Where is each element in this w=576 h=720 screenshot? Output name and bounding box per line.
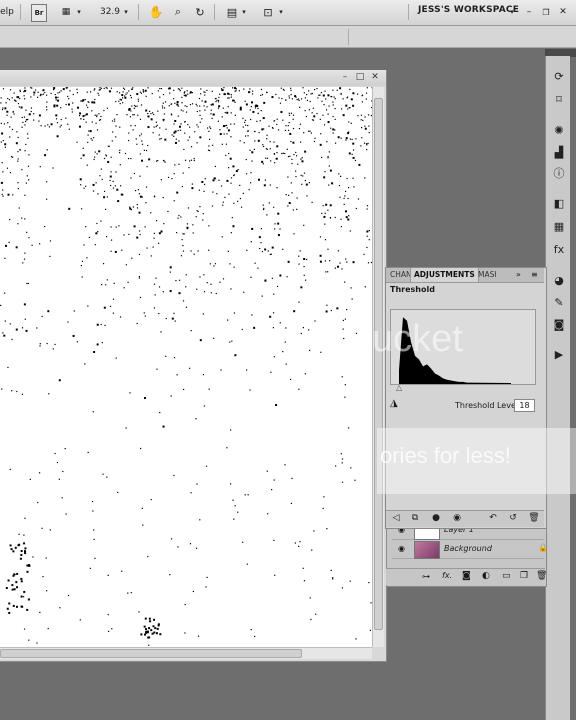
- brushes-icon[interactable]: ✎: [551, 294, 567, 310]
- threshold-slider-handle[interactable]: △: [396, 383, 402, 392]
- reset-icon[interactable]: ↺: [507, 513, 519, 524]
- threshold-level-input[interactable]: 18: [514, 399, 535, 412]
- hand-tool-icon[interactable]: ✋: [148, 4, 164, 20]
- adjustment-layer-icon[interactable]: ◐: [482, 571, 490, 581]
- workspace-switcher[interactable]: JESS'S WORKSPACE: [418, 5, 519, 15]
- horizontal-scroll-thumb[interactable]: [0, 649, 302, 658]
- screen-mode-icon[interactable]: ⊡: [260, 4, 276, 20]
- chevron-down-icon[interactable]: ▾: [122, 4, 130, 20]
- layer-thumbnail: [414, 541, 440, 559]
- separator: [214, 4, 215, 20]
- chevron-down-icon[interactable]: ▾: [508, 4, 516, 20]
- transform-icon[interactable]: ⌑: [551, 91, 567, 107]
- options-bar: [0, 26, 576, 48]
- new-group-icon[interactable]: ▭: [502, 571, 511, 581]
- close-icon[interactable]: ✕: [558, 4, 568, 20]
- swatches-icon[interactable]: ▦: [551, 218, 567, 234]
- histogram-icon[interactable]: ▟: [551, 144, 567, 160]
- separator: [348, 29, 349, 45]
- panel-menu-icon[interactable]: ≡: [531, 270, 538, 279]
- threshold-tool-icon[interactable]: ◮: [390, 398, 398, 409]
- watermark-logo: ucket: [372, 318, 463, 360]
- threshold-image: [0, 87, 372, 646]
- separator: [138, 4, 139, 20]
- delete-layer-icon[interactable]: 🗑: [536, 571, 547, 581]
- close-icon[interactable]: ✕: [370, 72, 380, 82]
- color-icon[interactable]: ◕: [551, 272, 567, 288]
- bridge-button[interactable]: Br: [31, 4, 47, 22]
- adjustment-title: Threshold: [390, 285, 435, 294]
- clip-to-layer-icon[interactable]: ●: [430, 513, 442, 524]
- visibility-eye-icon[interactable]: ◉: [398, 544, 405, 553]
- zoom-level[interactable]: 32.9: [98, 4, 122, 20]
- document-canvas[interactable]: [0, 87, 372, 647]
- link-layers-icon[interactable]: ⊶: [422, 572, 430, 581]
- zoom-tool-icon[interactable]: ⌕: [170, 4, 186, 20]
- actions-icon[interactable]: ◧: [551, 195, 567, 211]
- minimize-icon[interactable]: –: [340, 72, 350, 82]
- expand-view-icon[interactable]: ⧉: [409, 513, 421, 524]
- delete-adjustment-icon[interactable]: 🗑: [528, 513, 540, 524]
- arrange-documents-icon[interactable]: ▤: [225, 4, 239, 20]
- new-layer-icon[interactable]: ❐: [520, 571, 528, 581]
- minimize-icon[interactable]: –: [524, 4, 534, 20]
- visibility-eye-icon[interactable]: ◉: [451, 513, 463, 524]
- vertical-scroll-thumb[interactable]: [374, 98, 383, 630]
- view-extras-icon[interactable]: ▦: [58, 4, 74, 20]
- styles-icon[interactable]: fx: [551, 241, 567, 257]
- layer-row[interactable]: ◉ Background 🔒: [392, 540, 548, 559]
- chevron-down-icon[interactable]: ▾: [240, 4, 248, 20]
- layer-name: Background: [444, 544, 492, 553]
- layers-footer: ⊶ fx. ◙ ◐ ▭ ❐ 🗑: [386, 568, 547, 585]
- view-previous-icon[interactable]: ↶: [487, 513, 499, 524]
- application-bar: elp Br ▦ ▾ 32.9 ▾ ✋ ⌕ ↻ ▤ ▾ ⊡ ▾ JESS'S W…: [0, 0, 576, 26]
- return-to-list-icon[interactable]: ◁: [390, 513, 402, 524]
- separator: [20, 4, 21, 20]
- collapse-panel-icon[interactable]: »: [516, 270, 521, 279]
- rotate-view-icon[interactable]: ↻: [192, 4, 208, 20]
- history-icon[interactable]: ⟳: [551, 68, 567, 84]
- panel-dock: ⟳ ⌑ ✺ ▟ ⓘ ◧ ▦ fx ◕ ✎ ◙ ▶: [545, 56, 570, 720]
- add-mask-icon[interactable]: ◙: [462, 571, 471, 581]
- separator: [408, 4, 409, 20]
- navigator-icon[interactable]: ✺: [551, 122, 567, 138]
- lock-icon: 🔒: [538, 543, 548, 552]
- maximize-icon[interactable]: □: [355, 72, 365, 82]
- layer-style-icon[interactable]: fx.: [442, 571, 452, 580]
- help-menu[interactable]: elp: [0, 4, 14, 20]
- tab-masks[interactable]: MASI: [475, 268, 500, 282]
- tab-adjustments[interactable]: ADJUSTMENTS: [410, 268, 479, 282]
- document-title-bar[interactable]: [0, 70, 386, 86]
- restore-icon[interactable]: ❐: [541, 4, 551, 20]
- chevron-down-icon[interactable]: ▾: [277, 4, 285, 20]
- chevron-down-icon[interactable]: ▾: [75, 4, 83, 20]
- threshold-level-label: Threshold Level:: [455, 401, 521, 410]
- info-icon[interactable]: ⓘ: [551, 165, 567, 181]
- animation-icon[interactable]: ▶: [551, 346, 567, 362]
- masks-icon[interactable]: ◙: [551, 316, 567, 332]
- watermark-text: ories for less!: [380, 443, 511, 468]
